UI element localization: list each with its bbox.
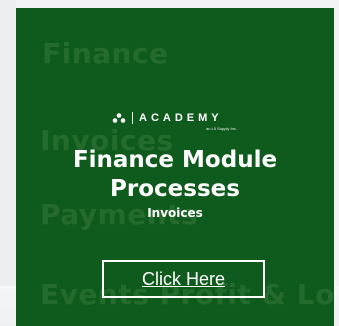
left-gutter	[0, 0, 16, 326]
academy-triangle-dots-icon	[112, 113, 126, 123]
background-word-finance: Finance	[42, 37, 169, 70]
banner-subtitle: Invoices	[147, 206, 203, 220]
logo-tagline: an L5 Supply Inc.	[206, 126, 237, 131]
logo-divider	[132, 112, 133, 124]
academy-logo: ACADEMY	[112, 112, 223, 124]
banner-title: Finance Module Processes	[16, 146, 334, 204]
banner-title-line-2: Processes	[110, 176, 240, 202]
logo-wordmark: ACADEMY	[139, 112, 223, 124]
banner-title-line-1: Finance Module	[72, 147, 278, 173]
click-here-button[interactable]: Click Here	[102, 260, 265, 298]
finance-module-banner[interactable]: Finance Invoices Payments Events Profit …	[16, 8, 334, 326]
